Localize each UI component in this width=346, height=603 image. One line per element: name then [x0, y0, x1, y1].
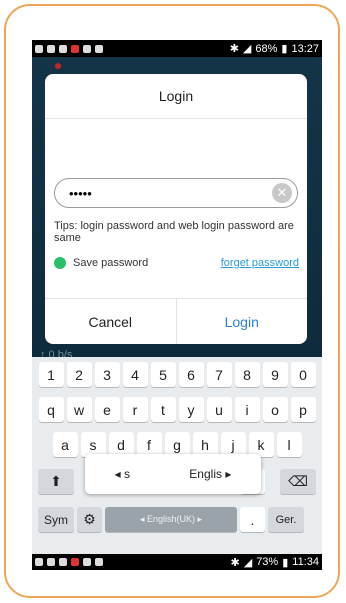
- backspace-key[interactable]: ⌫: [280, 469, 316, 494]
- backspace-icon: ⌫: [288, 473, 308, 489]
- key-1[interactable]: 1: [38, 362, 64, 387]
- status-bar-top: ✱ ◢ 68% ▮ 13:27: [32, 40, 322, 57]
- clock: 11:34: [292, 556, 319, 568]
- battery-icon: ▮: [281, 43, 288, 55]
- key-y[interactable]: y: [178, 397, 204, 422]
- space-key[interactable]: ◂ English(UK) ▸: [105, 507, 237, 532]
- wifi-signal-icon: ◢: [243, 556, 253, 569]
- dialog-buttons: Cancel Login: [45, 298, 307, 344]
- key-6[interactable]: 6: [178, 362, 204, 387]
- key-w[interactable]: w: [66, 397, 92, 422]
- status-bar-bottom: ✱ ◢ 73% ▮ 11:34: [32, 554, 322, 570]
- key-r[interactable]: r: [122, 397, 148, 422]
- clear-icon[interactable]: ✕: [272, 183, 292, 203]
- bluetooth-icon: ✱: [230, 556, 240, 569]
- notification-icon: [35, 44, 43, 53]
- key-7[interactable]: 7: [206, 362, 232, 387]
- forget-password-link[interactable]: forget password: [221, 257, 299, 269]
- notification-icon: [47, 558, 55, 566]
- notification-icon: [59, 44, 67, 53]
- notification-icon: [71, 558, 79, 566]
- notification-icon: [83, 44, 91, 53]
- battery-percent: 73%: [256, 556, 279, 568]
- notification-icons: [35, 558, 103, 566]
- notification-icons: [35, 44, 103, 53]
- keyboard: 1 2 3 4 5 6 7 8 9 0 q w e r t y u i o p …: [32, 357, 322, 554]
- notification-icon: [47, 44, 55, 53]
- shift-key[interactable]: ⬆: [38, 469, 74, 494]
- dialog-title: Login: [45, 74, 307, 119]
- enter-key[interactable]: Ger.: [268, 507, 304, 532]
- key-q[interactable]: q: [38, 397, 64, 422]
- key-4[interactable]: 4: [122, 362, 148, 387]
- key-5[interactable]: 5: [150, 362, 176, 387]
- wifi-signal-icon: ◢: [242, 43, 252, 55]
- notification-icon: [35, 558, 43, 566]
- notification-dot: [55, 63, 61, 69]
- notification-icon: [95, 44, 103, 53]
- save-password-label: Save password: [73, 257, 149, 269]
- key-e[interactable]: e: [94, 397, 120, 422]
- key-0[interactable]: 0: [290, 362, 316, 387]
- bottom-row: Sym ⚙ ◂ English(UK) ▸ . Ger.: [32, 507, 322, 532]
- login-dialog: Login ✕ Tips: login password and web log…: [45, 74, 307, 344]
- notification-icon: [83, 558, 91, 566]
- tips-text: Tips: login password and web login passw…: [54, 220, 294, 244]
- next-language[interactable]: Englis ▸: [189, 467, 231, 481]
- notification-icon: [59, 558, 67, 566]
- language-switch-popup: ◂ s Englis ▸: [85, 454, 261, 494]
- key-o[interactable]: o: [262, 397, 288, 422]
- key-p[interactable]: p: [290, 397, 316, 422]
- key-t[interactable]: t: [150, 397, 176, 422]
- sym-key[interactable]: Sym: [38, 507, 74, 532]
- battery-percent: 68%: [255, 42, 278, 55]
- previous-language[interactable]: ◂ s: [115, 467, 130, 481]
- clock: 13:27: [291, 42, 319, 55]
- key-i[interactable]: i: [234, 397, 260, 422]
- login-button[interactable]: Login: [177, 299, 308, 344]
- number-row: 1 2 3 4 5 6 7 8 9 0: [32, 362, 322, 387]
- key-a[interactable]: a: [52, 432, 78, 457]
- phone-screen: ✱ ◢ 68% ▮ 13:27 ↑ 0 b/s Login ✕ Tips: lo…: [32, 40, 322, 570]
- key-l[interactable]: l: [276, 432, 302, 457]
- save-password-row: Save password forget password: [54, 255, 299, 271]
- password-field[interactable]: ✕: [54, 178, 298, 208]
- settings-key[interactable]: ⚙: [77, 507, 102, 532]
- notification-icon: [71, 44, 79, 53]
- q-row: q w e r t y u i o p: [32, 397, 322, 422]
- key-u[interactable]: u: [206, 397, 232, 422]
- key-2[interactable]: 2: [66, 362, 92, 387]
- battery-icon: ▮: [282, 556, 289, 569]
- gear-icon: ⚙: [83, 511, 96, 527]
- key-3[interactable]: 3: [94, 362, 120, 387]
- cancel-button[interactable]: Cancel: [45, 299, 177, 344]
- save-password-toggle[interactable]: [54, 257, 66, 269]
- password-input[interactable]: [67, 184, 251, 202]
- shift-icon: ⬆: [50, 473, 62, 489]
- period-key[interactable]: .: [240, 507, 265, 532]
- key-9[interactable]: 9: [262, 362, 288, 387]
- bluetooth-icon: ✱: [229, 43, 239, 55]
- notification-icon: [95, 558, 103, 566]
- key-8[interactable]: 8: [234, 362, 260, 387]
